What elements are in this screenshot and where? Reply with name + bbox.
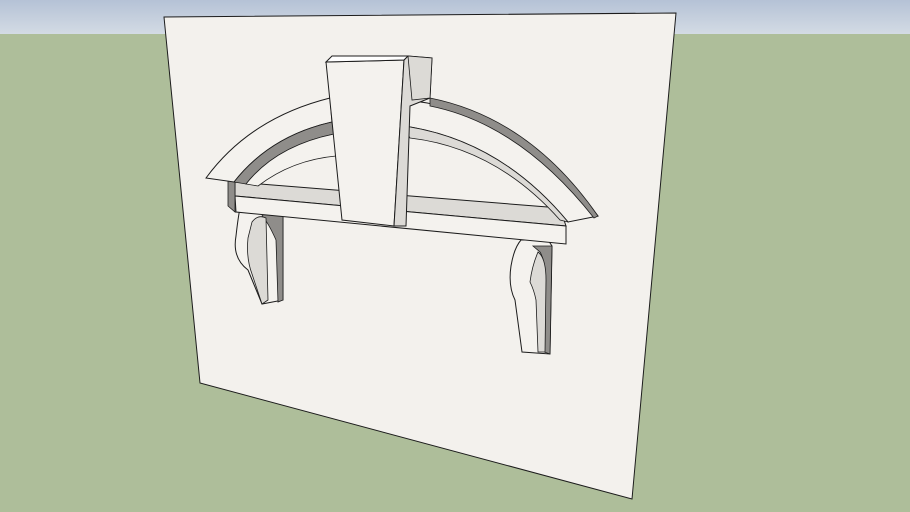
model-scene[interactable]	[0, 0, 910, 512]
3d-viewport[interactable]	[0, 0, 910, 512]
